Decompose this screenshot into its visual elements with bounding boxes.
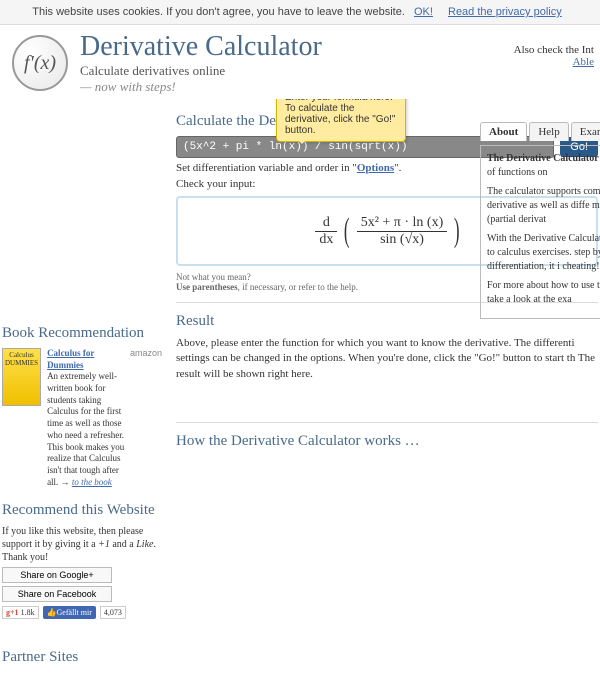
tab-about[interactable]: About <box>480 122 527 141</box>
book-cover[interactable]: Calculus DUMMIES <box>2 348 41 406</box>
to-book-link[interactable]: to the book <box>72 477 112 487</box>
recommend-text: If you like this website, then please su… <box>2 525 162 564</box>
tab-help[interactable]: Help <box>529 122 568 141</box>
page-header: f'(x) Derivative Calculator Calculate de… <box>0 25 600 99</box>
recommend-heading: Recommend this Website <box>2 502 162 519</box>
cookie-banner: This website uses cookies. If you don't … <box>0 0 600 25</box>
page-title: Derivative Calculator <box>80 31 322 63</box>
info-tabs: About Help Examples <box>480 122 600 141</box>
cookie-text: This website uses cookies. If you don't … <box>32 6 405 18</box>
facebook-count: 4,073 <box>100 606 126 619</box>
book-title-link[interactable]: Calculus for Dummies <box>47 348 94 370</box>
able-link[interactable]: Able <box>573 56 594 68</box>
book-recommendation: Book Recommendation amazon Calculus DUMM… <box>2 325 162 488</box>
logo: f'(x) <box>12 35 68 91</box>
book-heading: Book Recommendation <box>2 325 162 342</box>
how-heading: How the Derivative Calculator works … <box>176 433 598 450</box>
facebook-like-badge[interactable]: 👍 Gefällt mir <box>43 606 96 619</box>
tab-examples[interactable]: Examples <box>571 122 600 141</box>
page-subtitle: Calculate derivatives online — now with … <box>80 63 322 95</box>
result-text: Above, please enter the function for whi… <box>176 336 598 382</box>
amazon-label: amazon <box>130 348 162 358</box>
google-plus-badge[interactable]: g+11.8k <box>2 606 39 619</box>
cookie-privacy-link[interactable]: Read the privacy policy <box>448 6 562 18</box>
options-link[interactable]: Options <box>357 162 394 174</box>
share-google-button[interactable]: Share on Google+ <box>2 567 112 583</box>
tab-content-about: The Derivative Calculator derivatives of… <box>480 145 600 319</box>
partners-heading: Partner Sites <box>2 649 162 666</box>
book-description: Calculus for Dummies An extremely well-w… <box>47 348 130 488</box>
cookie-ok-link[interactable]: OK! <box>414 6 433 18</box>
input-tooltip: Enter your formula here. To calculate th… <box>276 99 406 142</box>
also-check: Also check the Int Able <box>514 44 594 68</box>
